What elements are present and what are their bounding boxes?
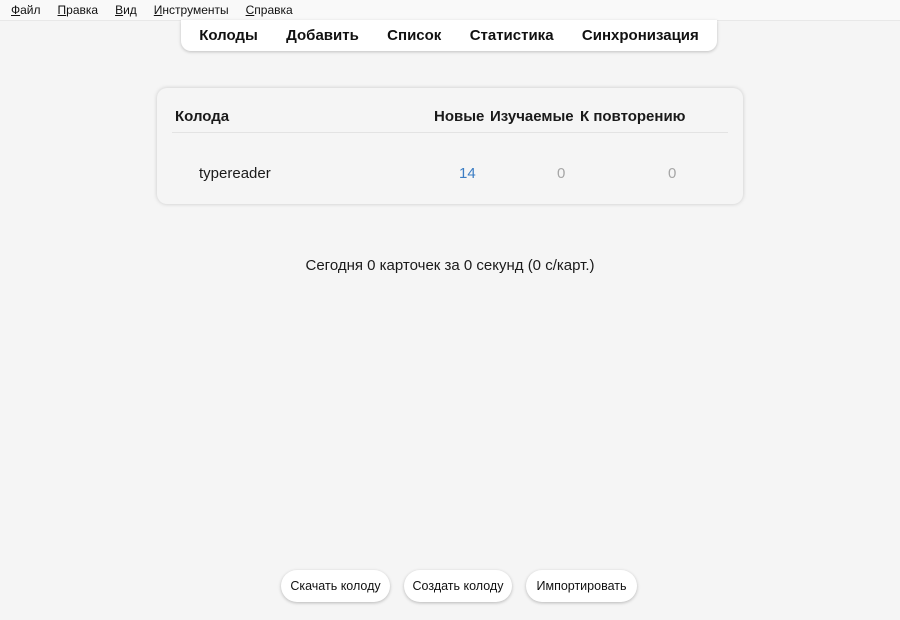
menu-edit[interactable]: Правка (48, 0, 106, 20)
toolbar-browse-link[interactable]: Список (381, 25, 447, 46)
menu-file[interactable]: Файл (0, 0, 48, 20)
create-deck-button[interactable]: Создать колоду (404, 570, 512, 602)
menu-tools[interactable]: Инструменты (144, 0, 236, 20)
menu-bar: Файл Правка Вид Инструменты Справка (0, 0, 900, 21)
today-stats-text: Сегодня 0 карточек за 0 секунд (0 с/карт… (305, 257, 595, 274)
main-toolbar: Колоды Добавить Список Статистика Синхро… (181, 20, 717, 51)
header-deck: Колода (175, 108, 230, 125)
header-due: К повторению (580, 108, 686, 125)
toolbar-add-link[interactable]: Добавить (280, 25, 365, 46)
menu-help[interactable]: Справка (236, 0, 300, 20)
header-new: Новые (434, 108, 485, 125)
download-deck-button[interactable]: Скачать колоду (281, 570, 390, 602)
toolbar-sync-link[interactable]: Синхронизация (576, 25, 705, 46)
toolbar-stats-link[interactable]: Статистика (464, 25, 560, 46)
import-button[interactable]: Импортировать (526, 570, 637, 602)
deck-new-count: 14 (459, 165, 476, 182)
deck-due-count: 0 (668, 165, 677, 182)
deck-name-link[interactable]: typereader (199, 165, 271, 182)
toolbar-decks-link[interactable]: Колоды (193, 25, 264, 46)
menu-view[interactable]: Вид (105, 0, 144, 20)
deck-table-header: Колода Новые Изучаемые К повторению (172, 105, 728, 133)
deck-list-panel: Колода Новые Изучаемые К повторению type… (157, 88, 743, 204)
deck-row: typereader 14 0 0 (172, 163, 728, 185)
header-learning: Изучаемые (490, 108, 574, 125)
deck-learning-count: 0 (557, 165, 566, 182)
